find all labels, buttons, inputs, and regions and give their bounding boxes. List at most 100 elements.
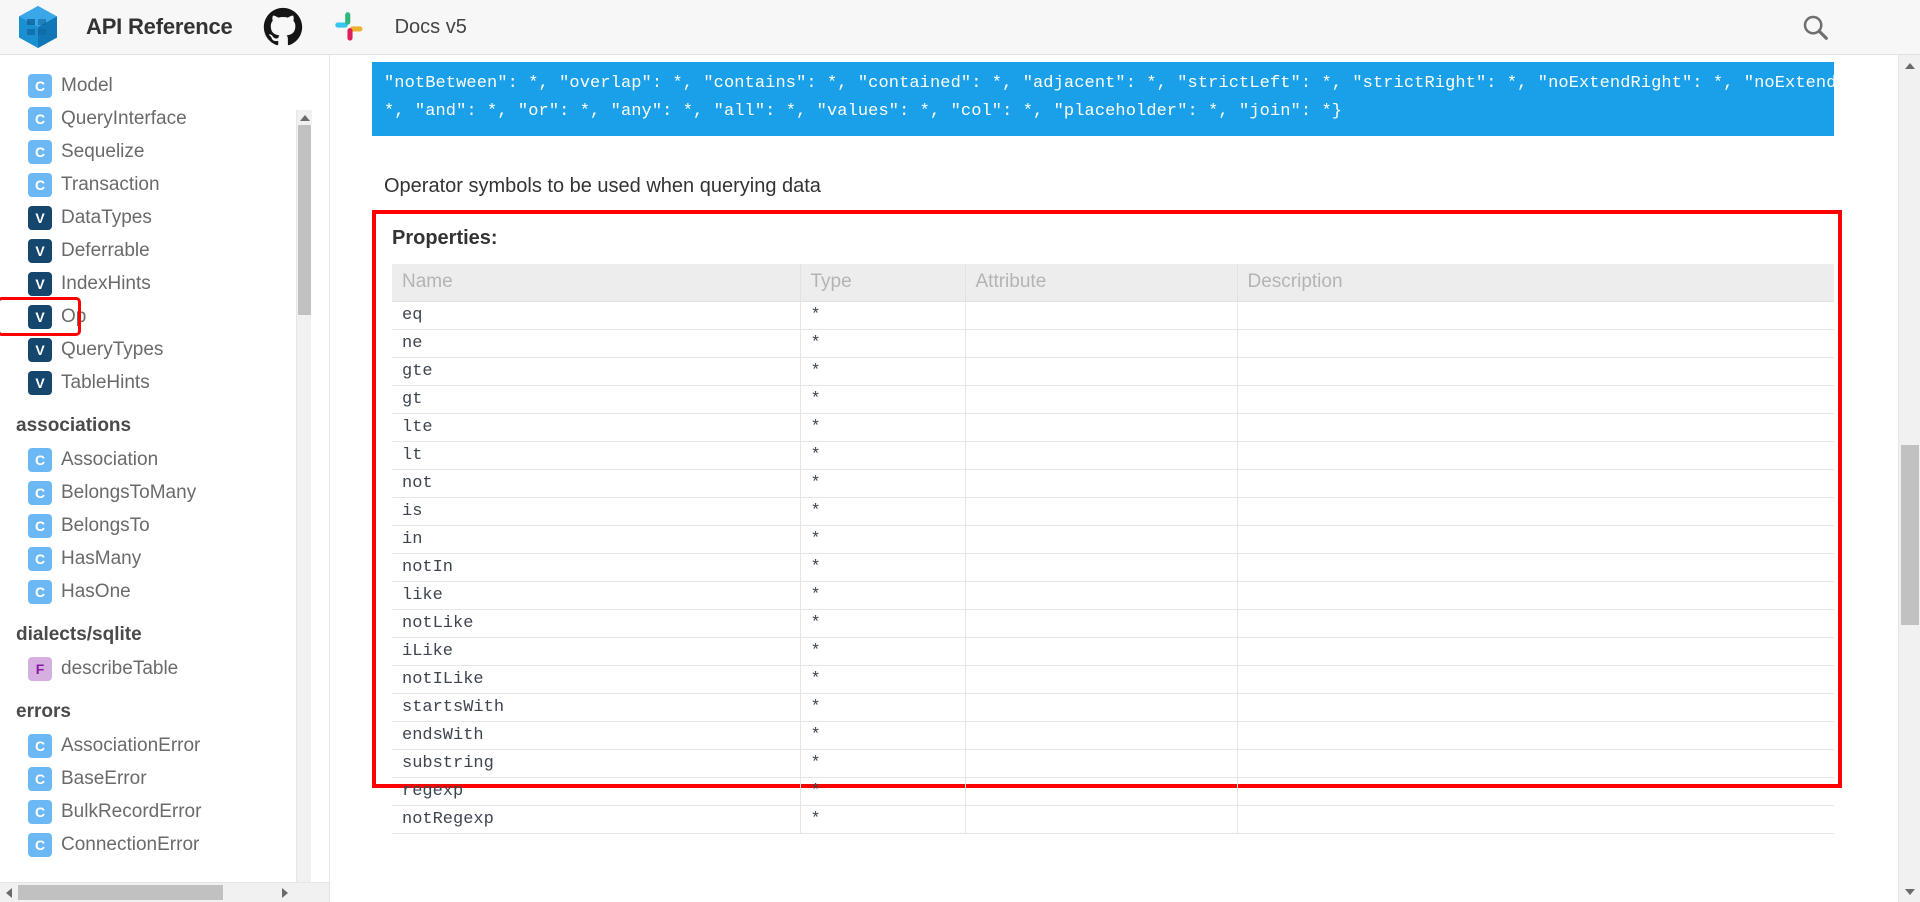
table-cell-name: is [392,497,801,526]
sidebar-item-label: DataTypes [61,206,152,228]
sidebar-item-label: Association [61,448,159,470]
table-cell-attribute [965,413,1238,442]
badge-c-icon: C [28,766,52,791]
main-scroll-down-icon[interactable] [1899,881,1920,902]
table-cell-name: gte [392,357,801,386]
sidebar-item-label: ConnectionError [61,833,200,855]
badge-c-icon: C [28,513,52,538]
column-header-name: Name [392,264,801,302]
table-cell-description [1237,301,1834,330]
table-cell-type: * [800,357,966,386]
table-cell-attribute [965,357,1238,386]
table-cell-name: iLike [392,637,801,666]
sidebar-item-label: IndexHints [61,272,151,294]
table-cell-description [1237,637,1834,666]
table-cell-description [1237,805,1834,834]
github-icon[interactable] [263,7,303,47]
sidebar-item-associationerror[interactable]: C AssociationError [0,729,312,762]
docs-version-label[interactable]: Docs v5 [395,16,467,39]
sidebar-item-sequelize[interactable]: C Sequelize [0,135,312,168]
sidebar-group-associations: associations [16,415,132,436]
table-row: iLike * [392,637,1834,666]
sidebar-item-label: Model [61,74,113,96]
badge-v-icon: V [28,205,52,230]
badge-c-icon: C [28,799,52,824]
badge-v-icon: V [28,337,52,362]
badge-c-icon: C [28,480,52,505]
scroll-left-icon[interactable] [0,883,18,902]
slack-icon[interactable] [333,10,367,44]
sidebar-item-op[interactable]: V Op [0,297,86,336]
sidebar-item-describetable[interactable]: FdescribeTable [0,652,312,685]
sidebar[interactable]: C Model C QueryInterface C Sequelize C Transact… [0,55,330,902]
operators-code-block: "notBetween": *, "overlap": *, "contains… [372,62,1834,136]
table-row: in * [392,525,1834,554]
sidebar-item-baseerror[interactable]: C BaseError [0,762,312,795]
sidebar-item-label: AssociationError [61,734,201,756]
sidebar-vertical-scrollbar[interactable] [296,110,312,902]
sidebar-item-label: HasMany [61,547,142,569]
sidebar-item-tablehints[interactable]: V TableHints [0,366,312,399]
table-cell-type: * [800,441,966,470]
properties-table-head: Name Type Attribute Description [392,264,1834,302]
main-vertical-scrollbar[interactable] [1898,55,1920,902]
sidebar-item-association[interactable]: C Association [0,443,312,476]
table-cell-attribute [965,581,1238,610]
table-header-row: Name Type Attribute Description [392,264,1834,302]
badge-c-icon: C [28,579,52,604]
table-cell-type: * [800,413,966,442]
sidebar-item-connectionerror[interactable]: C ConnectionError [0,828,312,861]
properties-highlight-box: Properties: Name Type Attribute Descript… [372,210,1842,834]
sidebar-group-errors: errors [16,701,71,722]
table-cell-name: notILike [392,665,801,694]
table-cell-description [1237,749,1834,778]
sidebar-item-datatypes[interactable]: V DataTypes [0,201,312,234]
table-cell-name: not [392,469,801,498]
operators-caption: Operator symbols to be used when queryin… [384,175,821,197]
sidebar-scroll-thumb[interactable] [298,125,311,315]
sidebar-hscroll-thumb[interactable] [18,885,223,900]
sidebar-item-bulkrecorderror[interactable]: C BulkRecordError [0,795,312,828]
sidebar-item-deferrable[interactable]: V Deferrable [0,234,312,267]
sidebar-item-indexhints[interactable]: V IndexHints [0,267,312,300]
sidebar-item-hasone[interactable]: C HasOne [0,575,312,608]
sidebar-item-queryinterface[interactable]: C QueryInterface [0,102,312,135]
sidebar-horizontal-scrollbar[interactable] [0,882,329,902]
table-cell-description [1237,469,1834,498]
sidebar-item-transaction[interactable]: C Transaction [0,168,312,201]
main-scroll-up-icon[interactable] [1899,55,1920,76]
search-icon[interactable] [1795,7,1835,47]
sidebar-item-model[interactable]: C Model [0,69,312,102]
sidebar-item-label: QueryInterface [61,107,187,129]
scroll-right-icon[interactable] [276,883,294,902]
table-cell-description [1237,413,1834,442]
badge-c-icon: C [28,733,52,758]
table-cell-attribute [965,441,1238,470]
table-cell-type: * [800,637,966,666]
sidebar-item-belongsto[interactable]: C BelongsTo [0,509,312,542]
table-row: ne * [392,329,1834,358]
sidebar-item-label: BelongsTo [61,514,150,536]
sidebar-item-querytypes[interactable]: V QueryTypes [0,333,312,366]
scroll-up-icon[interactable] [297,110,312,125]
table-row: is * [392,497,1834,526]
main-scroll-thumb[interactable] [1901,445,1919,625]
table-cell-name: startsWith [392,693,801,722]
table-cell-attribute [965,721,1238,750]
sidebar-item-belongstomany[interactable]: C BelongsToMany [0,476,312,509]
badge-c-icon: C [28,447,52,472]
table-cell-type: * [800,693,966,722]
sidebar-item-hasmany[interactable]: C HasMany [0,542,312,575]
table-cell-attribute [965,469,1238,498]
table-row: eq * [392,301,1834,330]
table-row: notIn * [392,553,1834,582]
table-cell-attribute [965,329,1238,358]
table-row: lte * [392,413,1834,442]
sequelize-logo-icon[interactable] [10,0,66,55]
table-cell-description [1237,385,1834,414]
table-cell-name: ne [392,329,801,358]
table-cell-type: * [800,497,966,526]
sidebar-item-label: BelongsToMany [61,481,197,503]
table-cell-type: * [800,581,966,610]
table-cell-description [1237,525,1834,554]
